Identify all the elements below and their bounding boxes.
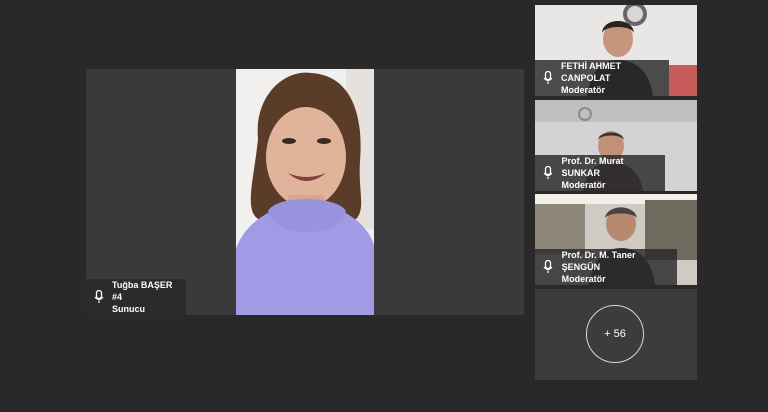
participant-name: Prof. Dr. Murat SUNKAR: [561, 156, 624, 178]
presenter-video: [236, 69, 374, 315]
presenter-name-tag: Tuğba BAŞER #4 Sunucu: [86, 279, 186, 315]
participant-name-tag-3: Prof. Dr. M. Taner ŞENGÜN Moderatör: [535, 249, 677, 285]
microphone-icon: [541, 257, 556, 277]
participant-role: Moderatör: [561, 274, 606, 284]
presenter-name: Tuğba BAŞER #4: [112, 280, 173, 302]
participant-name-tag-2: Prof. Dr. Murat SUNKAR Moderatör: [535, 155, 665, 191]
participant-tile-1[interactable]: FETHİ AHMET CANPOLAT Moderatör: [535, 5, 697, 96]
participant-tile-2[interactable]: Prof. Dr. Murat SUNKAR Moderatör: [535, 100, 697, 191]
participant-role: Moderatör: [561, 180, 606, 190]
participant-name-tag-1: FETHİ AHMET CANPOLAT Moderatör: [535, 60, 669, 96]
microphone-icon: [92, 287, 106, 307]
participant-tile-3[interactable]: Prof. Dr. M. Taner ŞENGÜN Moderatör: [535, 194, 697, 285]
more-participants-button[interactable]: + 56: [586, 305, 644, 363]
microphone-icon: [541, 163, 556, 183]
microphone-icon: [541, 68, 555, 88]
main-video-stage[interactable]: Tuğba BAŞER #4 Sunucu: [86, 69, 524, 315]
participant-name: FETHİ AHMET CANPOLAT: [561, 61, 622, 83]
participant-name: Prof. Dr. M. Taner ŞENGÜN: [561, 250, 636, 272]
participant-role: Moderatör: [561, 85, 606, 95]
more-participants-tile[interactable]: + 56: [535, 289, 697, 380]
presenter-video-frame: [236, 69, 374, 315]
presenter-role: Sunucu: [112, 304, 146, 314]
